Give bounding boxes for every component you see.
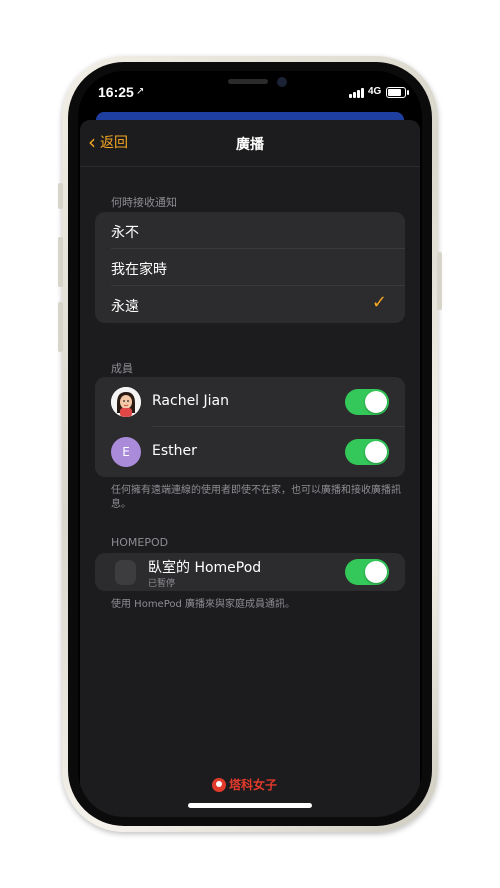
- member-name: Esther: [152, 443, 197, 459]
- watermark-text: 塔科女子: [229, 778, 278, 792]
- member-name: Rachel Jian: [152, 393, 229, 409]
- network-type: 4G: [368, 86, 382, 97]
- page-title: 廣播: [236, 137, 264, 153]
- homepod-row: 臥室的 HomePod 已暫停: [95, 553, 405, 591]
- checkmark-icon: ✓: [371, 292, 387, 313]
- volume-up-button: [58, 237, 63, 287]
- section-header-when: 何時接收通知: [111, 196, 177, 209]
- location-arrow-icon: ↗: [136, 86, 145, 97]
- member-toggle-rachel[interactable]: [345, 389, 389, 415]
- earpiece-speaker: [228, 79, 268, 84]
- phone-screen: 16:25 ↗ 4G ‹ 返回 廣播 何時接收通知 永不 我在家時 永遠 ✓ 成…: [78, 71, 422, 817]
- front-camera: [277, 77, 287, 87]
- section-header-members: 成員: [111, 362, 133, 375]
- homepod-group: 臥室的 HomePod 已暫停: [95, 553, 405, 591]
- home-indicator[interactable]: [188, 803, 312, 808]
- watermark: 塔科女子: [212, 776, 277, 793]
- memoji-avatar: [111, 387, 141, 417]
- power-button: [437, 252, 442, 310]
- homepod-name: 臥室的 HomePod: [148, 560, 262, 576]
- when-options-group: 永不 我在家時 永遠 ✓: [95, 212, 405, 323]
- watermark-logo-icon: [212, 777, 226, 792]
- silent-switch: [58, 183, 63, 209]
- status-time: 16:25: [98, 84, 134, 100]
- member-toggle-esther[interactable]: [345, 439, 389, 465]
- option-always[interactable]: 永遠 ✓: [95, 286, 405, 323]
- homepod-footer-note: 使用 HomePod 廣播來與家庭成員通訊。: [111, 599, 296, 610]
- initial-avatar: E: [111, 437, 141, 467]
- homepod-status: 已暫停: [148, 579, 176, 589]
- notch: [190, 71, 310, 97]
- option-label: 我在家時: [111, 262, 167, 278]
- members-group: Rachel Jian E Esther: [95, 377, 405, 477]
- cellular-signal-icon: [349, 88, 365, 98]
- member-row-esther: E Esther: [95, 427, 405, 477]
- broadcast-settings-sheet: ‹ 返回 廣播 何時接收通知 永不 我在家時 永遠 ✓ 成員 Rachel Ji…: [80, 120, 420, 817]
- option-never[interactable]: 永不: [95, 212, 405, 249]
- option-label: 永遠: [111, 299, 139, 315]
- homepod-toggle[interactable]: [345, 559, 389, 585]
- volume-down-button: [58, 302, 63, 352]
- option-label: 永不: [111, 225, 139, 241]
- option-when-home[interactable]: 我在家時: [95, 249, 405, 286]
- member-row-rachel: Rachel Jian: [95, 377, 405, 427]
- homepod-icon: [115, 560, 136, 585]
- members-footer-note: 任何擁有遠端連線的使用者即使不在家，也可以廣播和接收廣播訊息。: [111, 485, 401, 510]
- battery-icon: [386, 87, 409, 98]
- navigation-bar: ‹ 返回 廣播: [80, 120, 420, 167]
- section-header-homepod: HOMEPOD: [111, 536, 169, 549]
